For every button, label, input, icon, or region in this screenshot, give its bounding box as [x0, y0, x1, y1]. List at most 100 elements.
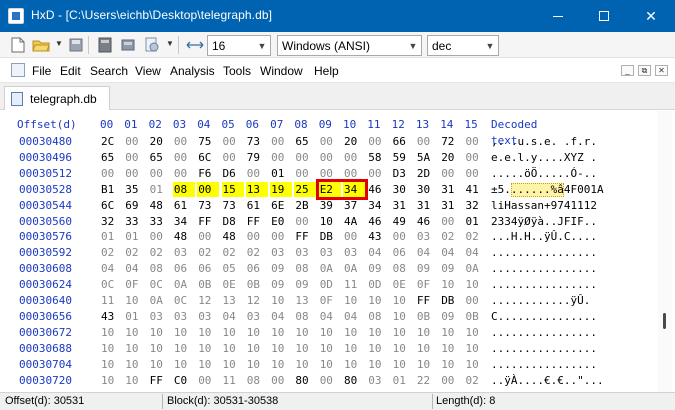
hex-byte[interactable]: 19: [270, 181, 293, 197]
hex-byte[interactable]: FF: [294, 229, 316, 244]
hex-byte[interactable]: 0A: [465, 261, 487, 276]
hex-byte[interactable]: 41: [465, 182, 487, 197]
hex-byte[interactable]: 34: [367, 198, 389, 213]
hex-byte[interactable]: 75: [197, 134, 219, 149]
hex-byte[interactable]: 10: [270, 357, 292, 372]
hex-byte[interactable]: 00: [343, 150, 365, 165]
hex-byte[interactable]: 06: [197, 261, 219, 276]
ram-icon[interactable]: [119, 36, 137, 54]
hex-byte[interactable]: 46: [416, 214, 438, 229]
hex-byte[interactable]: 04: [343, 309, 365, 324]
hex-byte[interactable]: 04: [319, 309, 341, 324]
hex-byte[interactable]: 06: [173, 261, 195, 276]
hex-byte[interactable]: 11: [222, 373, 244, 388]
hex-byte[interactable]: 6C: [197, 150, 219, 165]
hex-byte[interactable]: 15: [221, 181, 244, 197]
hex-byte[interactable]: 48: [173, 229, 195, 244]
hex-byte[interactable]: 11: [100, 293, 122, 308]
hex-byte[interactable]: 10: [222, 325, 244, 340]
hex-byte[interactable]: 80: [294, 373, 316, 388]
hex-byte[interactable]: 0F: [416, 277, 438, 292]
maximize-button[interactable]: [581, 0, 627, 32]
hex-byte[interactable]: 00: [270, 150, 292, 165]
hex-byte[interactable]: 10: [343, 293, 365, 308]
hex-byte[interactable]: 00: [465, 166, 487, 181]
hex-byte[interactable]: 73: [222, 198, 244, 213]
hex-byte[interactable]: 00: [124, 134, 146, 149]
hex-byte[interactable]: 31: [416, 198, 438, 213]
hex-byte[interactable]: 03: [173, 245, 195, 260]
hex-byte[interactable]: FF: [197, 214, 219, 229]
open-dropdown-arrow-icon[interactable]: ▼: [55, 39, 63, 48]
hex-byte[interactable]: DB: [440, 293, 462, 308]
hex-byte[interactable]: 02: [440, 229, 462, 244]
hex-byte[interactable]: 10: [294, 325, 316, 340]
hex-byte[interactable]: B1: [100, 182, 122, 197]
hex-byte[interactable]: 6C: [100, 198, 122, 213]
hex-byte[interactable]: 32: [100, 214, 122, 229]
hex-byte[interactable]: 00: [440, 373, 462, 388]
hex-byte[interactable]: 00: [294, 150, 316, 165]
decoded-text[interactable]: ................: [491, 341, 597, 357]
hex-byte[interactable]: 10: [392, 341, 414, 356]
tab-telegraph-db[interactable]: telegraph.db: [4, 86, 110, 110]
new-file-icon[interactable]: [9, 36, 27, 54]
hex-byte[interactable]: 00: [222, 150, 244, 165]
hex-byte[interactable]: 03: [416, 229, 438, 244]
hex-byte[interactable]: 59: [392, 150, 414, 165]
hex-byte[interactable]: 37: [343, 198, 365, 213]
hex-byte[interactable]: 10: [392, 293, 414, 308]
hex-byte[interactable]: 01: [270, 166, 292, 181]
hex-byte[interactable]: 58: [367, 150, 389, 165]
hex-byte[interactable]: 10: [100, 373, 122, 388]
hex-byte[interactable]: 00: [197, 181, 220, 197]
hex-byte[interactable]: 09: [270, 261, 292, 276]
hex-byte[interactable]: 00: [440, 214, 462, 229]
hex-byte[interactable]: 20: [149, 134, 171, 149]
hex-byte[interactable]: 00: [246, 229, 268, 244]
hex-byte[interactable]: 10: [149, 341, 171, 356]
hex-byte[interactable]: 61: [173, 198, 195, 213]
decoded-text[interactable]: ............ÿÛ.: [491, 293, 590, 309]
hex-byte[interactable]: 10: [319, 357, 341, 372]
hex-byte[interactable]: 10: [392, 309, 414, 324]
hex-byte[interactable]: 01: [100, 229, 122, 244]
save-icon[interactable]: [67, 36, 85, 54]
hex-byte[interactable]: 00: [294, 214, 316, 229]
hex-byte[interactable]: 01: [392, 373, 414, 388]
hex-byte[interactable]: 61: [246, 198, 268, 213]
hex-byte[interactable]: 2D: [416, 166, 438, 181]
hex-byte[interactable]: 48: [149, 198, 171, 213]
hex-byte[interactable]: 10: [294, 341, 316, 356]
hex-byte[interactable]: 02: [149, 245, 171, 260]
hex-byte[interactable]: 0B: [197, 277, 219, 292]
decoded-text[interactable]: ................: [491, 245, 597, 261]
hex-byte[interactable]: 13: [294, 293, 316, 308]
hex-byte[interactable]: 30: [392, 182, 414, 197]
hex-byte[interactable]: 03: [173, 309, 195, 324]
disk-icon[interactable]: [96, 36, 114, 54]
hex-byte[interactable]: 00: [100, 166, 122, 181]
menu-window[interactable]: Window: [260, 64, 303, 78]
hex-byte[interactable]: 10: [246, 341, 268, 356]
close-button[interactable]: ✕: [627, 0, 675, 32]
hex-byte[interactable]: 00: [270, 229, 292, 244]
hex-byte[interactable]: 0E: [222, 277, 244, 292]
hex-byte[interactable]: 00: [319, 134, 341, 149]
hex-byte[interactable]: 10: [173, 357, 195, 372]
decoded-text[interactable]: liHassan+9741112: [491, 198, 597, 214]
hex-byte[interactable]: 10: [392, 325, 414, 340]
hex-byte[interactable]: 79: [246, 150, 268, 165]
decoded-text[interactable]: .....öÖ.....Ó-..: [491, 166, 597, 182]
hex-byte[interactable]: 10: [367, 293, 389, 308]
hex-byte[interactable]: C0: [173, 373, 195, 388]
hex-byte[interactable]: 08: [149, 261, 171, 276]
hex-byte[interactable]: 10: [367, 325, 389, 340]
hex-byte[interactable]: 10: [416, 325, 438, 340]
hex-byte[interactable]: 10: [100, 325, 122, 340]
hex-byte[interactable]: 02: [465, 229, 487, 244]
charset-select[interactable]: Windows (ANSI) ▼: [277, 35, 422, 56]
hex-byte[interactable]: 00: [270, 134, 292, 149]
hex-byte[interactable]: 00: [149, 166, 171, 181]
hex-byte[interactable]: 10: [465, 341, 487, 356]
